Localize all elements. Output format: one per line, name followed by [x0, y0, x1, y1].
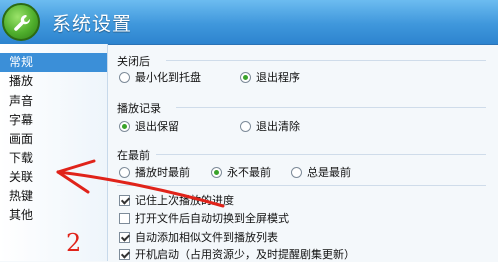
checkbox-auto-fullscreen[interactable]: 打开文件后自动切换到全屏模式: [119, 211, 289, 226]
radio-button: [211, 167, 222, 178]
option-label: 退出保留: [135, 120, 179, 133]
section-title-ontop: 在最前: [117, 149, 150, 162]
section-divider: [117, 185, 486, 186]
section-title-close: 关闭后: [117, 55, 150, 68]
radio-button: [119, 167, 130, 178]
sidebar-item-download[interactable]: 下载: [0, 149, 107, 168]
radio-exit-program[interactable]: 退出程序: [240, 70, 300, 85]
section-divider: [166, 60, 486, 61]
settings-sidebar: 常规 播放 声音 字幕 画面 下载 关联 热键 其他: [0, 44, 108, 261]
option-label: 退出程序: [256, 71, 300, 84]
section-divider: [176, 107, 486, 108]
radio-never-ontop[interactable]: 永不最前: [211, 165, 271, 180]
checkbox-add-similar-files[interactable]: 自动添加相似文件到播放列表: [119, 230, 278, 245]
option-label: 打开文件后自动切换到全屏模式: [135, 212, 289, 225]
settings-content: 关闭后 最小化到托盘 退出程序 播放记录 退出保留 退出清除 在最前 播放时最前…: [108, 44, 498, 261]
checkbox: [119, 249, 130, 260]
option-label: 开机启动（占用资源少，及时提醒剧集更新）: [135, 248, 355, 261]
title-bar: 系统设置: [0, 0, 498, 45]
radio-button: [240, 72, 251, 83]
app-logo-icon: [2, 3, 40, 41]
option-label: 播放时最前: [135, 166, 190, 179]
radio-ontop-while-playing[interactable]: 播放时最前: [119, 165, 190, 180]
checkbox: [119, 232, 130, 243]
sidebar-item-other[interactable]: 其他: [0, 206, 107, 225]
radio-button: [240, 121, 251, 132]
option-label: 总是最前: [307, 166, 351, 179]
radio-minimize-to-tray[interactable]: 最小化到托盘: [119, 70, 201, 85]
radio-button: [119, 121, 130, 132]
annotation-number: 2: [66, 229, 82, 257]
section-divider: [156, 154, 486, 155]
sidebar-item-picture[interactable]: 画面: [0, 130, 107, 149]
sidebar-item-sound[interactable]: 声音: [0, 92, 107, 111]
checkbox-remember-progress[interactable]: 记住上次播放的进度: [119, 193, 234, 208]
radio-keep-on-exit[interactable]: 退出保留: [119, 119, 179, 134]
radio-always-ontop[interactable]: 总是最前: [291, 165, 351, 180]
option-label: 自动添加相似文件到播放列表: [135, 231, 278, 244]
sidebar-item-association[interactable]: 关联: [0, 168, 107, 187]
section-title-history: 播放记录: [117, 102, 161, 115]
sidebar-item-playback[interactable]: 播放: [0, 72, 107, 91]
sidebar-item-hotkeys[interactable]: 热键: [0, 187, 107, 206]
checkbox: [119, 195, 130, 206]
sidebar-item-general[interactable]: 常规: [0, 53, 107, 72]
option-label: 永不最前: [227, 166, 271, 179]
option-label: 记住上次播放的进度: [135, 194, 234, 207]
radio-button: [291, 167, 302, 178]
sidebar-item-subtitles[interactable]: 字幕: [0, 111, 107, 130]
window-title: 系统设置: [52, 13, 133, 35]
checkbox-launch-at-startup[interactable]: 开机启动（占用资源少，及时提醒剧集更新）: [119, 247, 355, 262]
option-label: 退出清除: [256, 120, 300, 133]
radio-button: [119, 72, 130, 83]
checkbox: [119, 213, 130, 224]
option-label: 最小化到托盘: [135, 71, 201, 84]
radio-clear-on-exit[interactable]: 退出清除: [240, 119, 300, 134]
